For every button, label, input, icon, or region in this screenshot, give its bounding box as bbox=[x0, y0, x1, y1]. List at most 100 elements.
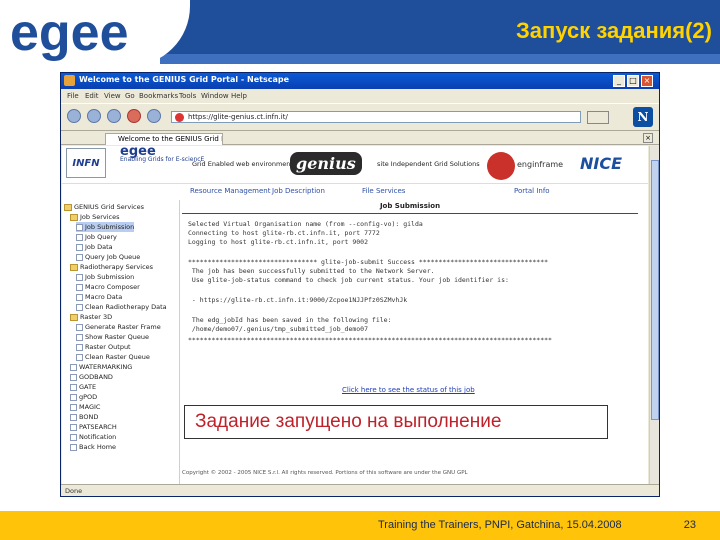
document-icon bbox=[76, 323, 83, 331]
tree-item-patsearch[interactable]: PATSEARCH bbox=[70, 422, 117, 432]
tree-item-grid-services[interactable]: GENIUS Grid Services bbox=[64, 202, 144, 212]
tree-item-clean-rt-data[interactable]: Clean Radiotherapy Data bbox=[76, 302, 167, 312]
header-band-lower bbox=[160, 54, 720, 64]
egee-small-wordmark: egee bbox=[120, 146, 156, 159]
tree-item-watermarking[interactable]: WATERMARKING bbox=[70, 362, 132, 372]
document-icon bbox=[76, 303, 83, 311]
scrollbar-thumb[interactable] bbox=[651, 160, 659, 420]
log-line: Connecting to host glite-rb.ct.infn.it, … bbox=[188, 229, 380, 237]
document-icon bbox=[76, 233, 83, 241]
nav-portal-info[interactable]: Portal Info bbox=[514, 187, 550, 195]
document-icon bbox=[76, 283, 83, 291]
log-line: Logging to host glite-rb.ct.infn.it, por… bbox=[188, 238, 369, 246]
tree-item-bond[interactable]: BOND bbox=[70, 412, 98, 422]
folder-icon bbox=[64, 203, 72, 211]
banner-right-text: site Independent Grid Solutions bbox=[377, 160, 480, 168]
menu-tools[interactable]: Tools bbox=[179, 92, 196, 100]
stop-icon[interactable] bbox=[127, 109, 141, 123]
tree-item-magic[interactable]: MAGIC bbox=[70, 402, 100, 412]
log-line: ********************************* glite-… bbox=[188, 258, 549, 266]
navigation-toolbar: https://glite-genius.ct.infn.it/ N bbox=[61, 103, 659, 131]
nav-job-description[interactable]: Job Description bbox=[272, 187, 325, 195]
tree-item-godband[interactable]: GODBAND bbox=[70, 372, 113, 382]
tab-bar: Welcome to the GENIUS Grid Portal × bbox=[61, 132, 659, 145]
tree-item-macro-data[interactable]: Macro Data bbox=[76, 292, 122, 302]
tree-item-job-services[interactable]: Job Services bbox=[70, 212, 120, 222]
document-icon bbox=[76, 333, 83, 341]
browser-statusbar: Done bbox=[61, 484, 659, 496]
window-title: Welcome to the GENIUS Grid Portal - Nets… bbox=[79, 75, 289, 84]
vertical-scrollbar[interactable] bbox=[649, 146, 659, 484]
close-icon[interactable]: × bbox=[641, 75, 653, 87]
minimize-icon[interactable]: _ bbox=[613, 75, 625, 87]
job-submission-heading: Job Submission bbox=[182, 202, 638, 212]
nav-file-services[interactable]: File Services bbox=[362, 187, 405, 195]
log-line: ****************************************… bbox=[188, 336, 552, 344]
log-line: The job has been successfully submitted … bbox=[188, 267, 435, 275]
reload-icon[interactable] bbox=[107, 109, 121, 123]
document-icon bbox=[76, 343, 83, 351]
menu-help[interactable]: Help bbox=[231, 92, 247, 100]
overlay-message: Задание запущено на выполнение bbox=[195, 411, 502, 432]
back-icon[interactable] bbox=[67, 109, 81, 123]
netscape-logo-icon: N bbox=[633, 107, 653, 127]
slide-footer: Training the Trainers, PNPI, Gatchina, 1… bbox=[0, 511, 720, 540]
menu-go[interactable]: Go bbox=[125, 92, 135, 100]
document-icon bbox=[70, 363, 77, 371]
search-button[interactable] bbox=[587, 111, 609, 124]
tree-item-back-home[interactable]: Back Home bbox=[70, 442, 116, 452]
document-icon bbox=[70, 393, 77, 401]
document-icon bbox=[70, 433, 77, 441]
maximize-icon[interactable]: □ bbox=[627, 75, 639, 87]
tree-item-notification[interactable]: Notification bbox=[70, 432, 116, 442]
service-tree: GENIUS Grid Services Job Services Job Su… bbox=[62, 200, 180, 484]
document-icon bbox=[76, 293, 83, 301]
job-submission-panel: Job Submission Selected Virtual Organisa… bbox=[182, 200, 648, 484]
tree-item-job-data[interactable]: Job Data bbox=[76, 242, 113, 252]
log-line: /home/demo07/.genius/tmp_submitted_job_d… bbox=[188, 325, 369, 333]
document-icon bbox=[70, 423, 77, 431]
infn-logo: INFN bbox=[66, 148, 106, 178]
portal-banner: INFN egee Enabling Grids for E-sciencE G… bbox=[62, 146, 648, 184]
tab-genius-portal[interactable]: Welcome to the GENIUS Grid Portal bbox=[105, 133, 223, 145]
tree-item-radiotherapy[interactable]: Radiotherapy Services bbox=[70, 262, 153, 272]
tree-item-gpod[interactable]: gPOD bbox=[70, 392, 97, 402]
menu-window[interactable]: Window bbox=[201, 92, 229, 100]
tree-item-show-raster-queue[interactable]: Show Raster Queue bbox=[76, 332, 149, 342]
document-icon bbox=[70, 373, 77, 381]
menu-file[interactable]: File bbox=[67, 92, 79, 100]
tree-item-macro-composer[interactable]: Macro Composer bbox=[76, 282, 140, 292]
nav-resource-management[interactable]: Resource Management bbox=[190, 187, 270, 195]
forward-icon[interactable] bbox=[87, 109, 101, 123]
folder-icon bbox=[70, 313, 78, 321]
document-icon bbox=[76, 273, 83, 281]
close-tab-icon[interactable]: × bbox=[643, 133, 653, 143]
menu-view[interactable]: View bbox=[104, 92, 121, 100]
egee-logo: egee bbox=[10, 4, 129, 62]
tree-item-raster-3d[interactable]: Raster 3D bbox=[70, 312, 112, 322]
status-text: Done bbox=[65, 487, 83, 495]
tree-item-query-job-queue[interactable]: Query Job Queue bbox=[76, 252, 140, 262]
tree-item-job-submission[interactable]: Job Submission bbox=[76, 222, 135, 232]
tree-item-rt-job-submission[interactable]: Job Submission bbox=[76, 272, 134, 282]
menu-bookmarks[interactable]: Bookmarks bbox=[139, 92, 178, 100]
enginframe-logo bbox=[487, 152, 515, 180]
tree-item-job-query[interactable]: Job Query bbox=[76, 232, 117, 242]
nice-logo: NICE bbox=[580, 154, 623, 173]
tree-item-gate[interactable]: GATE bbox=[70, 382, 96, 392]
tree-item-raster-output[interactable]: Raster Output bbox=[76, 342, 131, 352]
log-line: Use glite-job-status command to check jo… bbox=[188, 276, 509, 284]
site-icon bbox=[175, 113, 184, 122]
window-titlebar[interactable]: Welcome to the GENIUS Grid Portal - Nets… bbox=[61, 73, 659, 89]
document-icon bbox=[70, 413, 77, 421]
genius-logo: genius bbox=[290, 152, 362, 175]
address-bar[interactable]: https://glite-genius.ct.infn.it/ bbox=[171, 111, 581, 123]
tab-label: Welcome to the GENIUS Grid Portal bbox=[118, 135, 222, 143]
home-icon[interactable] bbox=[147, 109, 161, 123]
svg-text:egee: egee bbox=[10, 4, 129, 62]
document-icon bbox=[70, 383, 77, 391]
tree-item-clean-raster-queue[interactable]: Clean Raster Queue bbox=[76, 352, 150, 362]
tree-item-generate-raster[interactable]: Generate Raster Frame bbox=[76, 322, 161, 332]
menu-edit[interactable]: Edit bbox=[85, 92, 99, 100]
job-status-link[interactable]: Click here to see the status of this job bbox=[342, 386, 475, 394]
